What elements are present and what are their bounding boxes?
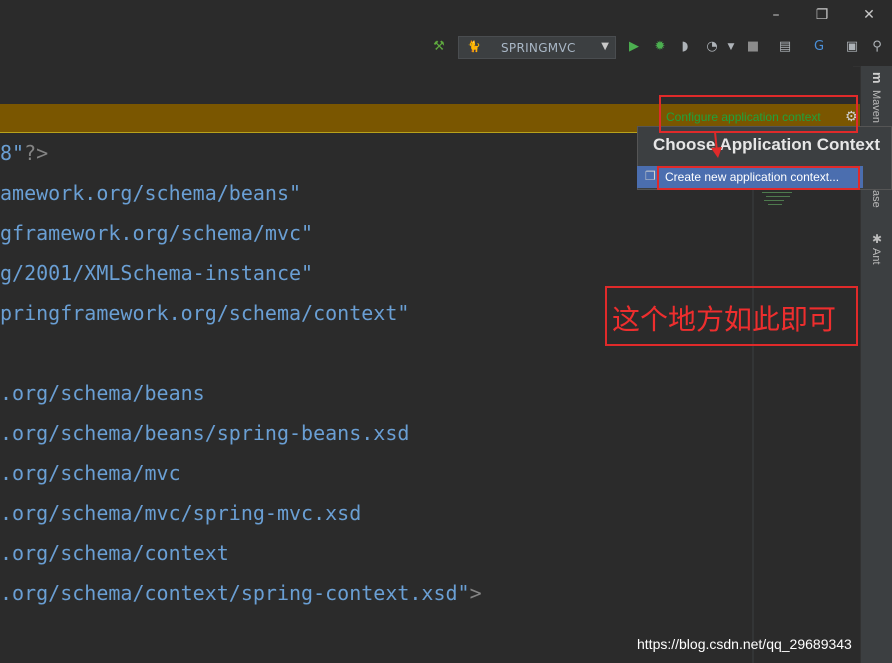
code-line: amework.org/schema/beans" <box>0 181 301 205</box>
chevron-down-icon: ▼ <box>601 41 609 52</box>
code-line: .org/schema/mvc/spring-mvc.xsd <box>0 501 361 525</box>
code-tail: ?> <box>24 141 49 165</box>
code-text: amework.org/schema/beans" <box>0 181 302 205</box>
code-text: pringframework.org/schema/context" <box>0 301 410 325</box>
code-text: gframework.org/schema/mvc" <box>0 221 314 245</box>
search-icon[interactable]: ⚲ <box>868 38 886 56</box>
run-configuration-label: SPRINGMVC <box>501 41 576 55</box>
coverage-icon[interactable]: ◗ <box>676 38 694 56</box>
code-text: 8" <box>0 141 25 165</box>
annotation-arrow <box>711 131 722 158</box>
code-line: g/2001/XMLSchema-instance" <box>0 261 313 285</box>
code-line: .org/schema/mvc <box>0 461 181 485</box>
run-icon[interactable]: ▶ <box>625 38 643 56</box>
tab-ant[interactable]: Ant <box>870 248 882 265</box>
stop-icon[interactable]: ■ <box>744 38 762 56</box>
code-text: .org/schema/beans <box>0 381 205 405</box>
code-line: .org/schema/beans/spring-beans.xsd <box>0 421 409 445</box>
minimap-snippet <box>762 190 802 208</box>
maven-icon: m <box>870 72 885 84</box>
terminal-icon[interactable]: ▣ <box>843 38 861 56</box>
code-line: gframework.org/schema/mvc" <box>0 221 313 245</box>
annotation-box-banner <box>659 95 858 133</box>
code-line: .org/schema/beans <box>0 381 205 405</box>
debug-icon[interactable]: ✹ <box>651 38 669 56</box>
minimize-button[interactable]: – <box>762 4 790 26</box>
popup-title: Choose Application Context <box>653 135 880 154</box>
code-text: .org/schema/context/spring-context.xsd" <box>0 581 470 605</box>
ant-icon: ✱ <box>870 232 884 246</box>
close-button[interactable]: ✕ <box>855 4 883 26</box>
code-line: 8"?> <box>0 141 48 165</box>
indent-guide <box>752 190 754 663</box>
code-text: g/2001/XMLSchema-instance" <box>0 261 314 285</box>
profiler-icon[interactable]: ◔ <box>703 38 721 56</box>
code-text: .org/schema/beans/spring-beans.xsd <box>0 421 410 445</box>
translate-icon[interactable]: G <box>810 38 828 56</box>
restore-button[interactable]: ❐ <box>808 4 836 26</box>
annotation-text: 这个地方如此即可 <box>612 303 837 336</box>
title-bar: – ❐ ✕ <box>0 0 892 30</box>
watermark: https://blog.csdn.net/qq_29689343 <box>637 636 852 652</box>
annotation-box-item <box>657 166 860 190</box>
code-tail: > <box>469 581 482 605</box>
code-line: pringframework.org/schema/context" <box>0 301 409 325</box>
profiler-dropdown-icon[interactable]: ▼ <box>722 38 740 56</box>
context-icon: ❐ <box>645 169 656 183</box>
code-line: .org/schema/context <box>0 541 229 565</box>
code-line: .org/schema/context/spring-context.xsd"> <box>0 581 482 605</box>
code-text: .org/schema/mvc <box>0 461 181 485</box>
tab-maven[interactable]: Maven <box>870 90 882 123</box>
tab-database[interactable]: ase <box>870 190 882 208</box>
run-configuration-select[interactable]: 🐈 SPRINGMVC ▼ <box>458 36 616 59</box>
hammer-icon[interactable]: ⚒ <box>430 38 448 56</box>
code-text: .org/schema/context <box>0 541 229 565</box>
main-toolbar: ⚒ 🐈 SPRINGMVC ▼ ▶ ✹ ◗ ◔ ▼ ■ ▤ G ▣ ⚲ <box>0 30 892 67</box>
code-text: .org/schema/mvc/spring-mvc.xsd <box>0 501 362 525</box>
tomcat-icon: 🐈 <box>467 40 481 53</box>
project-structure-icon[interactable]: ▤ <box>776 38 794 56</box>
